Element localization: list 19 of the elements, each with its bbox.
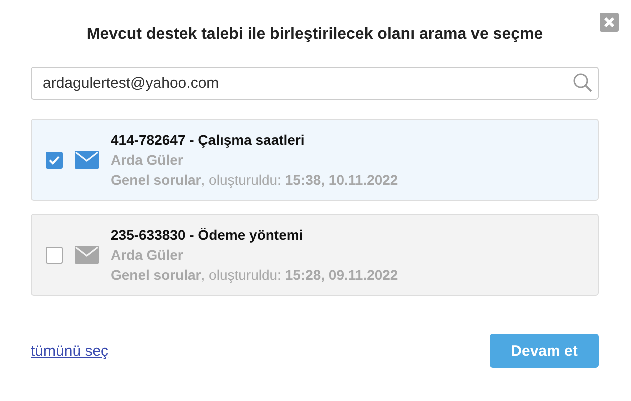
search-icon[interactable] bbox=[573, 73, 593, 93]
ticket-title: 414-782647 - Çalışma saatleri bbox=[111, 132, 306, 148]
checkbox[interactable] bbox=[46, 246, 63, 264]
requester-name: Arda Güler bbox=[111, 152, 184, 168]
close-button[interactable] bbox=[600, 13, 619, 32]
ticket-card[interactable]: 235-633830 - Ödeme yöntemi Arda Güler Genel sorular, oluşturuldu: 15:28, 09.11.2022 bbox=[31, 214, 599, 296]
requester-name: Arda Güler bbox=[111, 247, 184, 263]
ticket-card[interactable]: 414-782647 - Çalışma saatleri Arda Güler Genel sorular, oluşturuldu: 15:38, 10.11.2022 bbox=[31, 119, 599, 201]
envelope-icon bbox=[75, 151, 99, 169]
dialog-title: Mevcut destek talebi ile birleştirilecek olanı arama ve seçme bbox=[86, 26, 544, 44]
envelope-icon bbox=[75, 246, 99, 264]
ticket-meta: Genel sorular, oluşturuldu: 15:38, 10.11.2022 bbox=[111, 172, 398, 188]
ticket-title: 235-633830 - Ödeme yöntemi bbox=[111, 227, 304, 243]
ticket-meta: Genel sorular, oluşturuldu: 15:28, 09.11.2022 bbox=[111, 267, 398, 283]
check-icon bbox=[49, 156, 60, 164]
checkbox[interactable] bbox=[46, 152, 63, 168]
close-icon bbox=[604, 17, 615, 28]
search-field[interactable]: ardagulertest@yahoo.com bbox=[31, 67, 599, 100]
select-all-link[interactable]: tümünü seç bbox=[31, 342, 109, 360]
